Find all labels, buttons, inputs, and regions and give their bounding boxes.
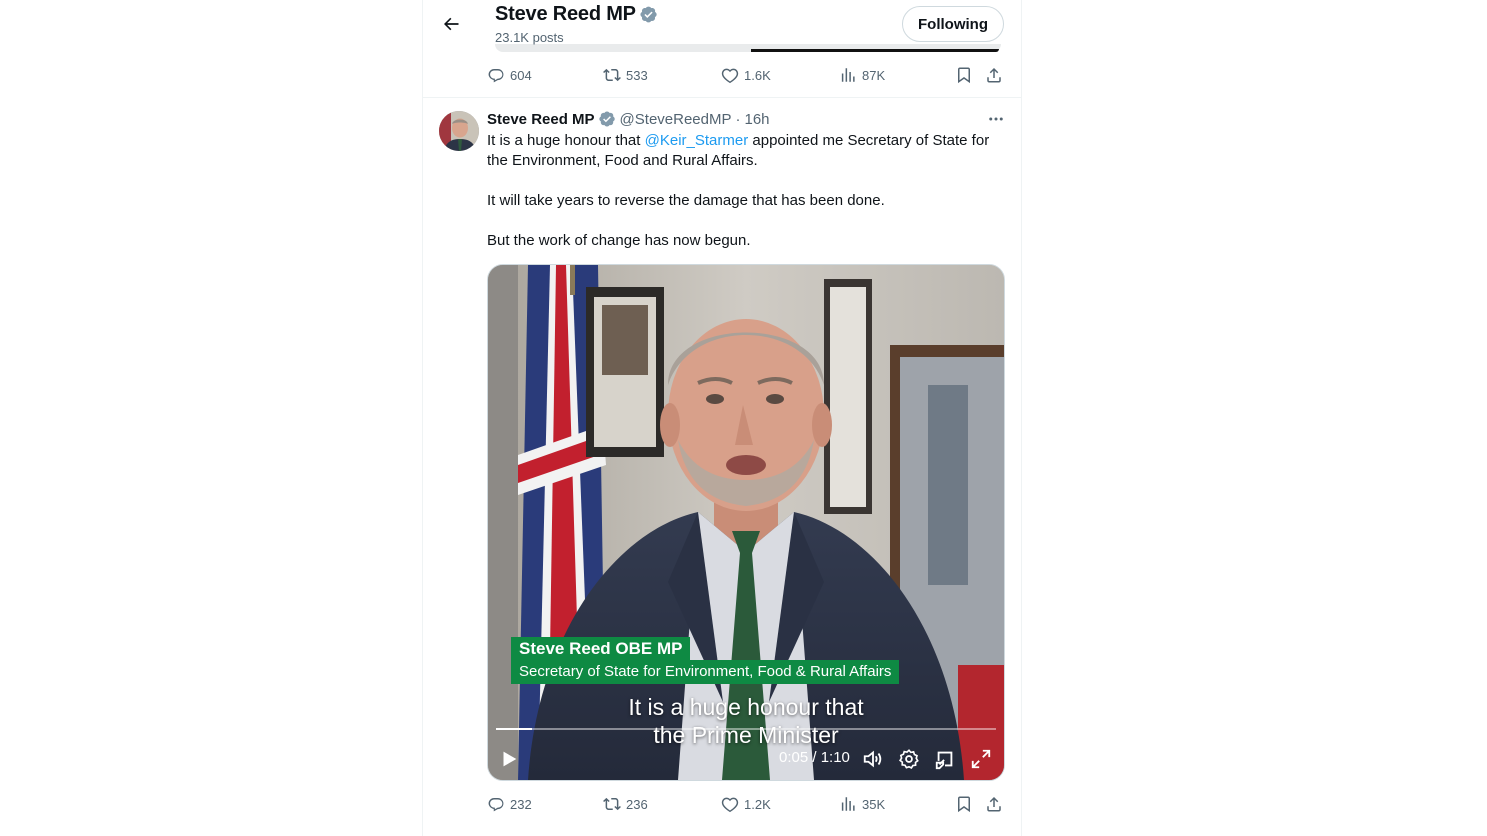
- reply-count: 604: [510, 67, 532, 83]
- more-options-button[interactable]: [985, 108, 1007, 130]
- bookmark-icon: [958, 796, 970, 813]
- share-button[interactable]: [985, 793, 1003, 815]
- verified-badge-icon: [598, 110, 616, 128]
- lower-third-role: Secretary of State for Environment, Food…: [511, 660, 900, 684]
- reply-icon: [488, 69, 504, 83]
- reply-button[interactable]: 232: [487, 793, 532, 815]
- like-icon: [721, 68, 739, 84]
- tweet-paragraph-2: It will take years to reverse the damage…: [487, 192, 885, 209]
- post-count: 23.1K posts: [495, 30, 564, 45]
- share-icon: [987, 796, 1001, 812]
- caption-line-1: It is a huge honour that: [628, 694, 864, 720]
- author-handle[interactable]: @SteveReedMP: [620, 111, 732, 128]
- views-button[interactable]: 35K: [839, 793, 885, 815]
- tweet-paragraph-1: It is a huge honour that @Keir_Starmer a…: [487, 131, 1007, 171]
- volume-button[interactable]: [862, 747, 884, 771]
- profile-header: Steve Reed MP 23.1K posts Following: [423, 0, 1021, 52]
- like-button[interactable]: 1.6K: [721, 64, 771, 86]
- repost-button[interactable]: 236: [603, 793, 648, 815]
- prev-tweet-action-bar: 604 533 1.6K 87K: [487, 64, 1007, 86]
- following-button[interactable]: Following: [902, 6, 1004, 42]
- like-icon: [721, 797, 739, 813]
- back-arrow-icon: [444, 17, 459, 31]
- header-name: Steve Reed MP: [495, 3, 636, 25]
- settings-icon: [899, 749, 919, 769]
- repost-count: 533: [626, 67, 648, 83]
- pip-icon: [935, 751, 953, 770]
- repost-button[interactable]: 533: [603, 64, 648, 86]
- settings-button[interactable]: [898, 747, 920, 771]
- tweet-action-bar: 232 236 1.2K 35K: [487, 793, 1007, 815]
- previous-media-peek: [495, 44, 1001, 52]
- video-time: 0:05 / 1:10: [779, 749, 850, 766]
- share-button[interactable]: [985, 64, 1003, 86]
- avatar[interactable]: [439, 111, 479, 151]
- tweet-text: It is a huge honour that @Keir_Starmer a…: [487, 131, 1007, 271]
- more-icon: [989, 117, 1003, 121]
- repost-icon: [603, 797, 621, 811]
- tweet-text-part: It is a huge honour that: [487, 132, 645, 149]
- views-icon: [841, 797, 855, 811]
- picture-in-picture-button[interactable]: [934, 747, 956, 771]
- like-button[interactable]: 1.2K: [721, 793, 771, 815]
- bookmark-button[interactable]: [955, 793, 973, 815]
- bookmark-button[interactable]: [955, 64, 973, 86]
- tweet-timestamp[interactable]: 16h: [745, 111, 770, 128]
- meta-separator: ·: [735, 110, 741, 128]
- repost-icon: [603, 68, 621, 82]
- reply-count: 232: [510, 796, 532, 812]
- share-icon: [987, 67, 1001, 83]
- tweet-header: Steve Reed MP @SteveReedMP · 16h: [487, 110, 770, 128]
- views-count: 87K: [862, 67, 886, 83]
- video-progress-fill: [496, 728, 532, 730]
- author-name[interactable]: Steve Reed MP: [487, 111, 595, 128]
- lower-third-name: Steve Reed OBE MP: [511, 637, 691, 662]
- play-icon: [503, 751, 517, 767]
- fullscreen-button[interactable]: [970, 747, 992, 771]
- reply-button[interactable]: 604: [487, 64, 532, 86]
- video-progress-bar[interactable]: [496, 728, 996, 730]
- repost-count: 236: [626, 796, 648, 812]
- video-player[interactable]: Steve Reed OBE MP Secretary of State for…: [487, 264, 1005, 781]
- like-count: 1.6K: [744, 67, 771, 83]
- header-title: Steve Reed MP: [495, 3, 658, 26]
- fullscreen-icon: [971, 749, 991, 769]
- views-icon: [841, 68, 855, 82]
- timeline-column: Steve Reed MP 23.1K posts Following 604 …: [422, 0, 1022, 836]
- volume-icon: [863, 750, 882, 768]
- views-count: 35K: [862, 796, 886, 812]
- back-button[interactable]: [433, 6, 469, 42]
- views-button[interactable]: 87K: [839, 64, 885, 86]
- caption-line-2: the Prime Minister: [653, 722, 839, 748]
- mention-link[interactable]: @Keir_Starmer: [645, 132, 749, 149]
- tweet-divider: [423, 97, 1021, 98]
- verified-badge-icon: [639, 5, 658, 24]
- tweet-paragraph-3: But the work of change has now begun.: [487, 232, 751, 249]
- play-button[interactable]: [498, 747, 520, 771]
- like-count: 1.2K: [744, 796, 771, 812]
- bookmark-icon: [958, 67, 970, 84]
- reply-icon: [488, 798, 504, 812]
